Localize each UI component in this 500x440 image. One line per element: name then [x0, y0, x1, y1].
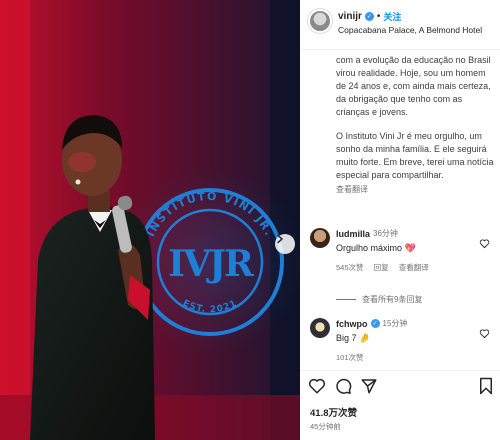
- comment-bubble-icon[interactable]: [334, 377, 352, 395]
- author-avatar[interactable]: [308, 9, 332, 33]
- post-actions-bar: 41.8万次赞 45分钟前: [300, 370, 500, 440]
- reply-divider-line: [336, 299, 356, 300]
- comment-text: Orgulho máximo 💖: [336, 243, 416, 253]
- view-replies-label: 查看所有9条回复: [362, 295, 423, 304]
- share-send-icon[interactable]: [360, 377, 378, 395]
- view-replies-link[interactable]: 查看所有9条回复: [336, 294, 422, 305]
- post-photo[interactable]: INSTITUTO VINI JR. EST. 2021 IVJR: [0, 0, 300, 440]
- comment-likes-count[interactable]: 545次赞: [336, 263, 364, 272]
- comment-header: fchwpo ✓ 15分钟: [336, 318, 476, 329]
- red-curtain: [0, 0, 30, 440]
- see-translation-link[interactable]: 查看翻译: [336, 183, 496, 196]
- follow-button[interactable]: 关注: [383, 10, 401, 23]
- comment-likes-count[interactable]: 101次赞: [336, 353, 364, 362]
- verified-badge-icon: ✓: [370, 319, 380, 328]
- comment-time: 15分钟: [382, 319, 408, 328]
- post-header: vinijr ✓ • 关注 Copacabana Palace, A Belmo…: [300, 0, 500, 50]
- verified-badge-icon: ✓: [364, 12, 374, 21]
- comment-meta: 101次赞: [336, 352, 476, 363]
- caption-paragraph: com a evolução da educação no Brasil vir…: [336, 55, 491, 117]
- caption-paragraph: O Instituto Vini Jr é meu orgulho, um so…: [336, 131, 494, 180]
- post-likes-count[interactable]: 41.8万次赞: [310, 405, 357, 419]
- reply-button[interactable]: 回复: [374, 263, 389, 272]
- comment-header: ludmilla 36分钟: [336, 228, 476, 239]
- next-photo-button[interactable]: [275, 234, 295, 254]
- comment-body: fchwpo ✓ 15分钟 Big 7 🤌 101次赞: [336, 318, 476, 363]
- comment-meta: 545次赞 回复 查看翻译: [336, 262, 476, 273]
- comment-body: ludmilla 36分钟 Orgulho máximo 💖 545次赞 回复 …: [336, 228, 476, 273]
- comment-like-heart-icon[interactable]: [479, 238, 490, 249]
- commenter-avatar[interactable]: [310, 228, 330, 248]
- dot-separator: •: [376, 11, 381, 22]
- comment-like-heart-icon[interactable]: [479, 328, 490, 339]
- commenter-username[interactable]: ludmilla: [336, 229, 370, 239]
- save-bookmark-icon[interactable]: [478, 377, 494, 395]
- commenter-username[interactable]: fchwpo: [336, 319, 368, 329]
- photo-scene: INSTITUTO VINI JR. EST. 2021 IVJR: [0, 0, 300, 440]
- post-location[interactable]: Copacabana Palace, A Belmond Hotel: [338, 25, 482, 35]
- comment-translate-link[interactable]: 查看翻译: [399, 263, 429, 272]
- comment-item: ludmilla 36分钟 Orgulho máximo 💖 545次赞 回复 …: [308, 228, 496, 282]
- author-username[interactable]: vinijr: [338, 11, 362, 22]
- comment-item: fchwpo ✓ 15分钟 Big 7 🤌 101次赞: [308, 318, 496, 368]
- post-caption: com a evolução da educação no Brasil vir…: [336, 54, 496, 196]
- like-heart-icon[interactable]: [308, 377, 326, 395]
- post-side-panel: vinijr ✓ • 关注 Copacabana Palace, A Belmo…: [300, 0, 500, 440]
- comment-time: 36分钟: [373, 229, 398, 238]
- commenter-avatar[interactable]: [310, 318, 330, 338]
- post-time-ago: 45分钟前: [310, 422, 341, 431]
- author-row: vinijr ✓ • 关注: [338, 10, 401, 23]
- comment-text: Big 7 🤌: [336, 333, 371, 343]
- logo-monogram: IVJR: [168, 243, 255, 285]
- chevron-right-icon: [277, 234, 283, 244]
